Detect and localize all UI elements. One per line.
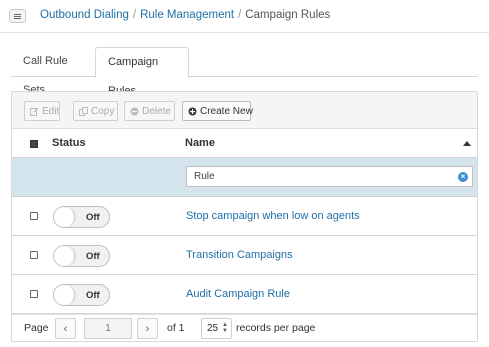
campaign-rules-panel: Edit Copy Delete Create New Status Name … (11, 91, 478, 342)
create-new-button-label: Create New (200, 105, 253, 117)
table-header: Status Name (12, 129, 477, 158)
records-per-page-label: records per page (236, 322, 316, 334)
breadcrumb: Outbound Dialing / Rule Management / Campaig… (40, 9, 330, 21)
status-toggle[interactable]: Off (53, 206, 110, 228)
create-new-button[interactable]: Create New (182, 101, 253, 121)
tab-campaign-rules[interactable]: Campaign Rules (95, 47, 189, 97)
page-number-input[interactable] (84, 318, 132, 339)
plus-circle-icon (188, 107, 197, 116)
status-toggle-label: Off (86, 251, 100, 262)
previous-page-button[interactable]: ‹ (55, 318, 76, 339)
minus-circle-icon (130, 107, 139, 116)
hamburger-menu-icon[interactable] (9, 9, 26, 23)
name-filter-input[interactable] (186, 166, 473, 187)
row-checkbox[interactable] (30, 251, 38, 259)
status-toggle-label: Off (86, 212, 100, 223)
rule-name-link[interactable]: Audit Campaign Rule (186, 288, 290, 300)
toolbar: Edit Copy Delete Create New (12, 92, 477, 129)
filter-row: × (12, 158, 477, 197)
clear-filter-icon[interactable]: × (458, 172, 468, 182)
status-toggle[interactable]: Off (53, 245, 110, 267)
copy-button-label: Copy (91, 105, 115, 117)
edit-button-label: Edit (42, 105, 60, 117)
edit-button[interactable]: Edit (24, 101, 60, 121)
sort-ascending-icon[interactable] (463, 141, 471, 146)
row-checkbox[interactable] (30, 212, 38, 220)
copy-button[interactable]: Copy (73, 101, 118, 121)
tab-bar: Call Rule Sets Campaign Rules (11, 47, 478, 97)
select-all-checkbox[interactable] (30, 140, 38, 148)
breadcrumb-current: Campaign Rules (245, 9, 331, 21)
breadcrumb-separator: / (238, 9, 242, 21)
status-toggle-label: Off (86, 290, 100, 301)
page-size-select[interactable]: 25 ▲ ▼ (201, 318, 232, 339)
column-header-name[interactable]: Name (185, 137, 215, 149)
status-toggle[interactable]: Off (53, 284, 110, 306)
top-bar: Outbound Dialing / Rule Management / Campaig… (0, 0, 489, 33)
next-page-button[interactable]: › (137, 318, 158, 339)
delete-button[interactable]: Delete (124, 101, 175, 121)
edit-icon (30, 107, 39, 116)
chevron-right-icon: › (145, 322, 150, 335)
row-checkbox[interactable] (30, 290, 38, 298)
page-size-value: 25 (207, 323, 219, 334)
breadcrumb-separator: / (132, 9, 137, 21)
breadcrumb-link-outbound-dialing[interactable]: Outbound Dialing (40, 9, 129, 21)
chevron-left-icon: ‹ (63, 322, 68, 335)
table-row: Off Transition Campaigns (12, 236, 477, 275)
delete-button-label: Delete (142, 105, 171, 117)
copy-icon (79, 106, 88, 116)
table-row: Off Stop campaign when low on agents (12, 197, 477, 236)
select-arrows-icon: ▲ ▼ (222, 322, 228, 334)
page-label: Page (24, 322, 49, 334)
rule-name-link[interactable]: Stop campaign when low on agents (186, 210, 360, 222)
pagination-bar: Page ‹ › of 1 25▲▼ records per page (12, 314, 477, 341)
table-row: Off Audit Campaign Rule (12, 275, 477, 314)
column-header-status[interactable]: Status (52, 137, 86, 149)
rule-name-link[interactable]: Transition Campaigns (186, 249, 293, 261)
breadcrumb-link-rule-management[interactable]: Rule Management (140, 9, 234, 21)
tab-call-rule-sets[interactable]: Call Rule Sets (11, 47, 96, 96)
page-count-label: of 1 (167, 322, 185, 334)
